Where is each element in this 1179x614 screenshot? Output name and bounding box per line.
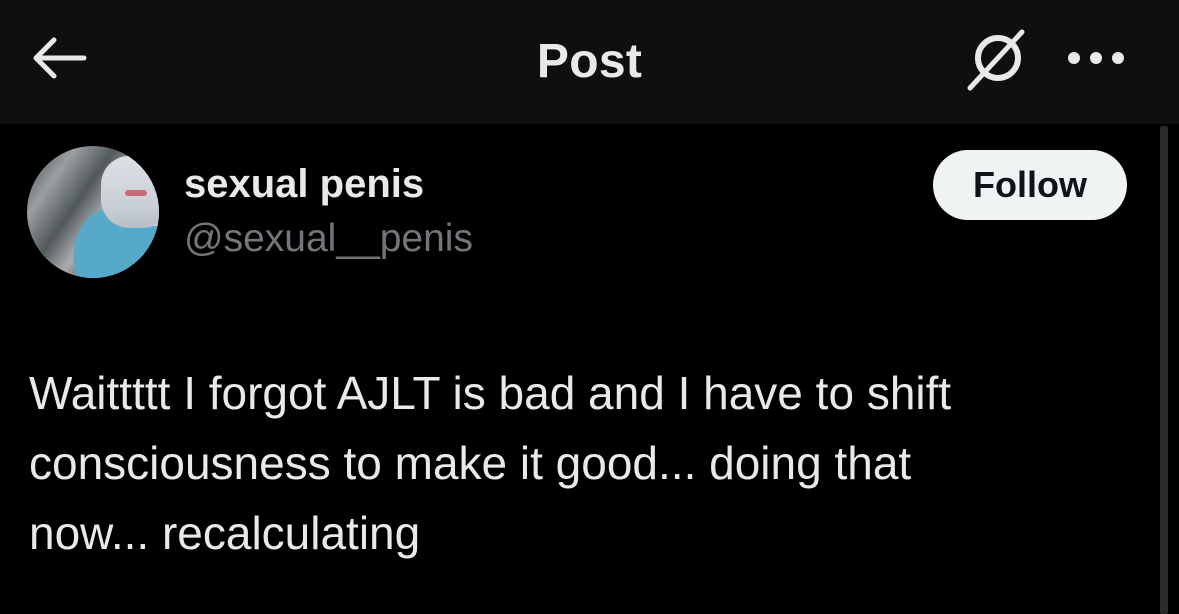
more-horizontal-icon: [1066, 50, 1126, 71]
grok-icon: [964, 26, 1030, 97]
author-display-name[interactable]: sexual penis: [184, 162, 424, 207]
follow-button[interactable]: Follow: [933, 150, 1127, 220]
avatar-shirt: [85, 226, 159, 278]
post-text: Waittttt I forgot AJLT is bad and I have…: [29, 358, 1129, 568]
grok-button[interactable]: [960, 26, 1034, 96]
avatar[interactable]: [27, 146, 159, 278]
author-handle[interactable]: @sexual__penis: [184, 217, 473, 261]
post-text-line: Waittttt I forgot AJLT is bad and I have…: [29, 367, 952, 419]
top-bar: Post: [0, 0, 1179, 124]
post-text-line: now... recalculating: [29, 507, 421, 559]
post-text-line: consciousness to make it good... doing t…: [29, 437, 912, 489]
avatar-lips: [125, 190, 147, 196]
scrollbar[interactable]: [1160, 126, 1168, 614]
more-options-button[interactable]: [1060, 30, 1132, 90]
